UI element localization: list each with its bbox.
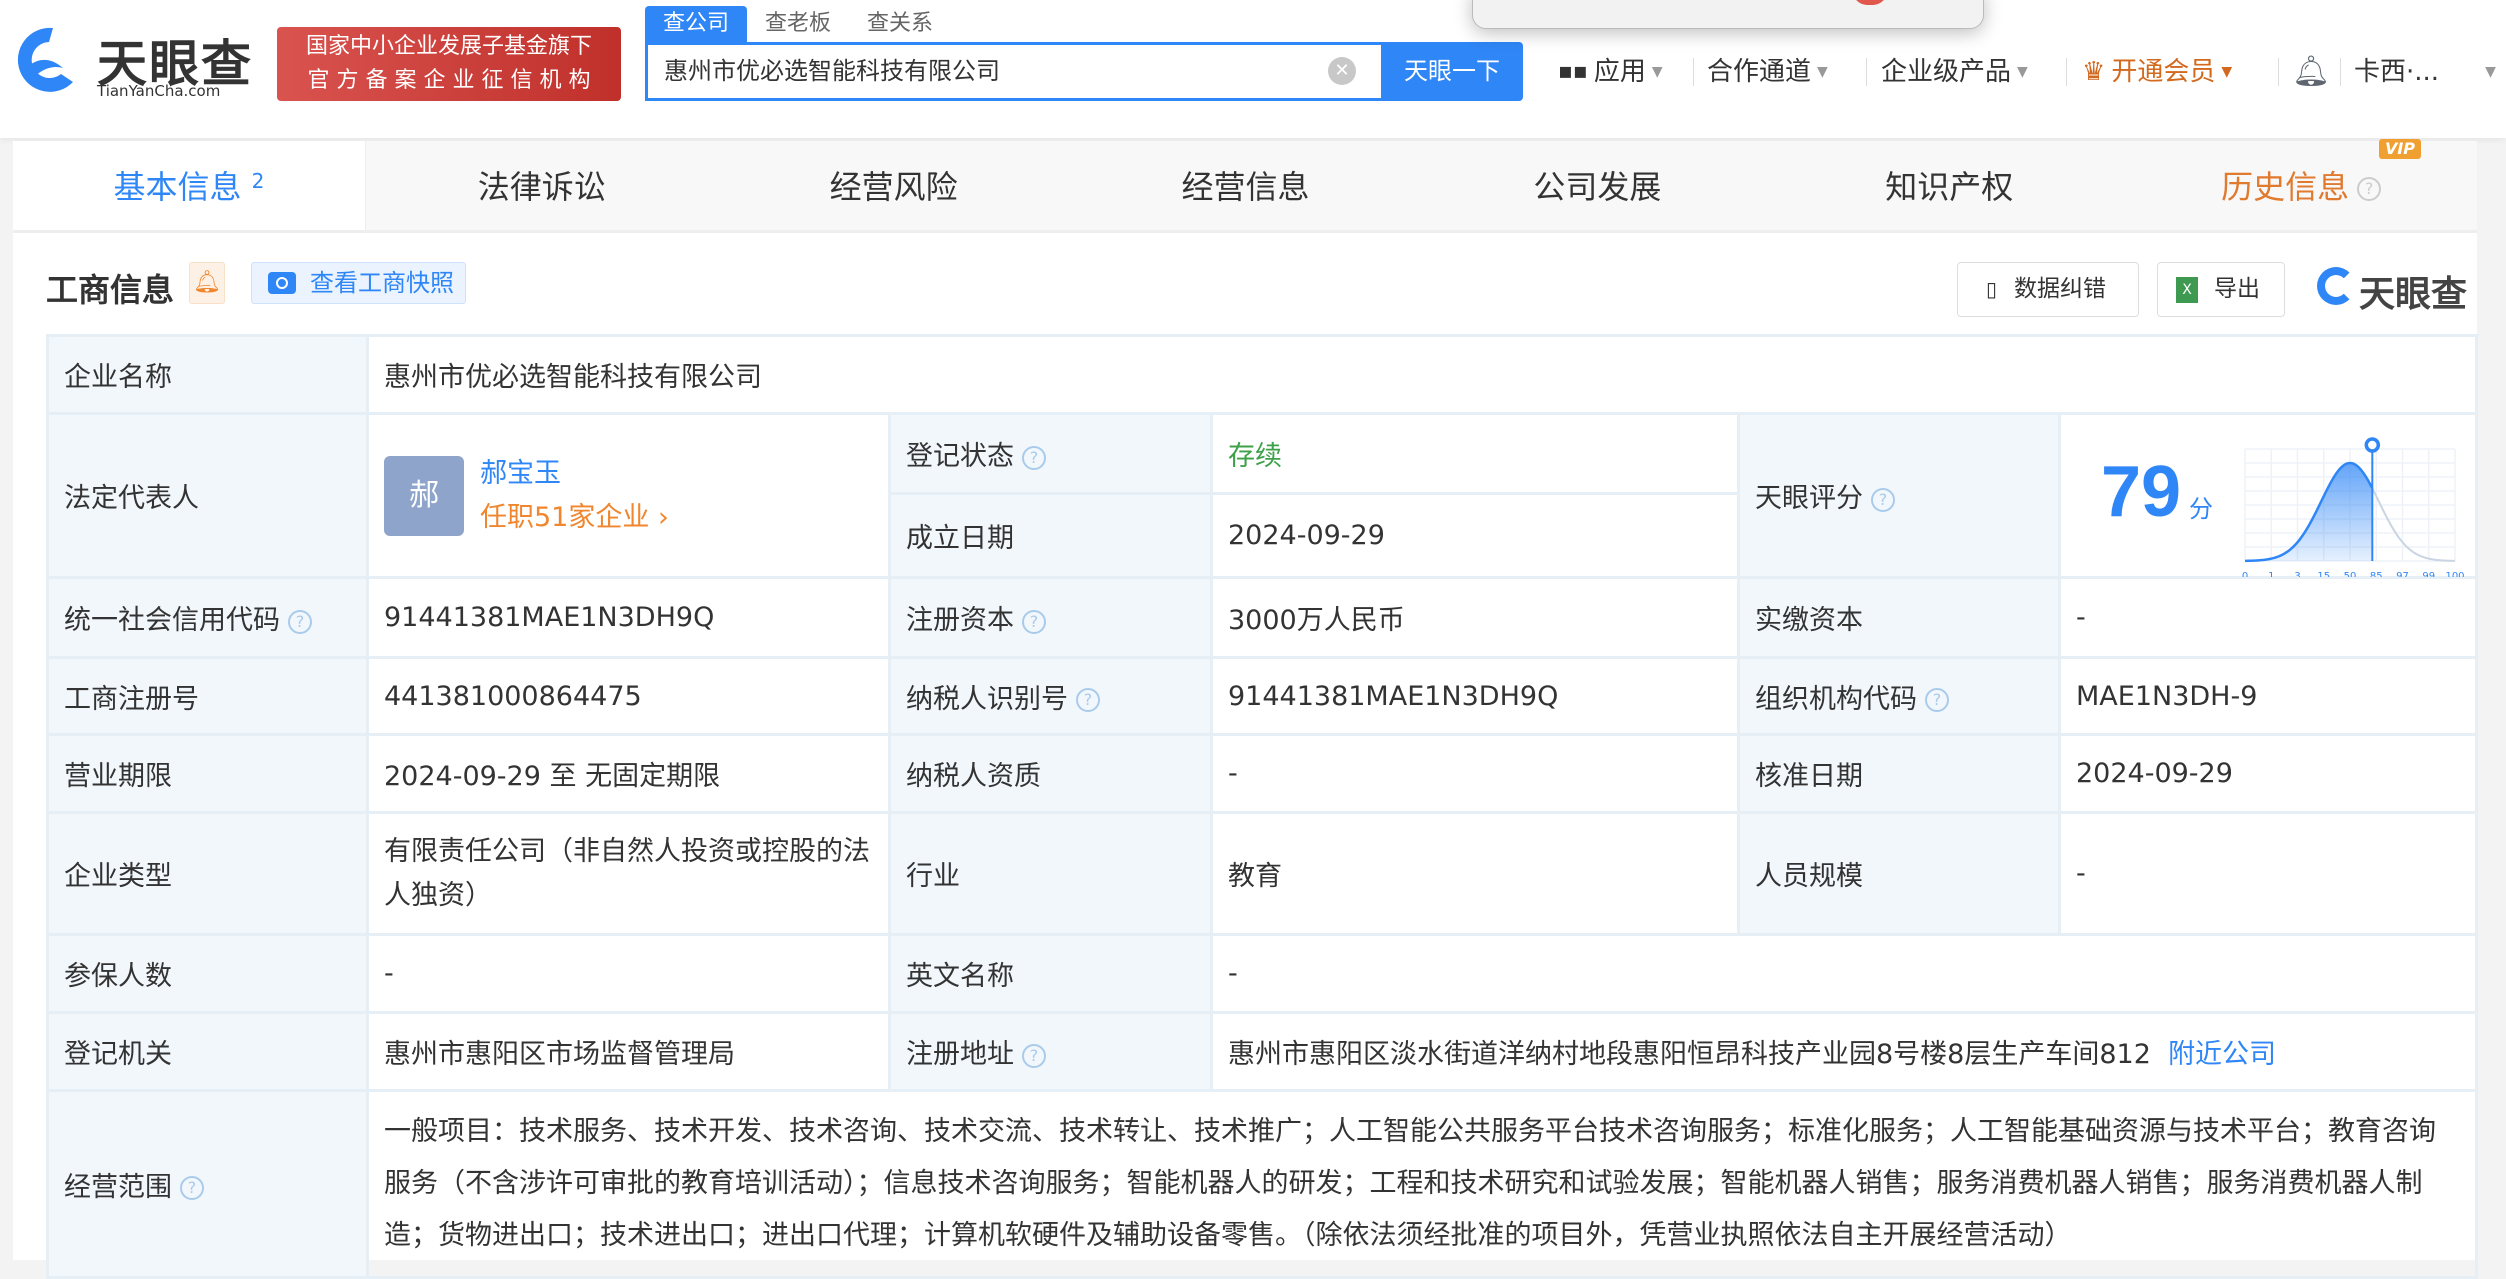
brand-logo: 天眼查 xyxy=(2317,265,2467,317)
overlay-popup xyxy=(1472,0,1984,29)
address: 惠州市惠阳区淡水街道洋纳村地段惠阳恒昂科技产业园8号楼8层生产车间812 xyxy=(1228,1039,2151,1070)
monitor-bell-button[interactable]: 🔔︎ xyxy=(189,262,225,304)
user-menu[interactable]: 卡西·... ▼ xyxy=(2354,52,2496,92)
status-value: 存续 xyxy=(1210,412,1740,495)
report-icon: ▯ xyxy=(1986,277,1998,301)
chevron-down-icon: ▼ xyxy=(2017,64,2028,80)
logo-mark-icon xyxy=(17,27,73,92)
rest-curve xyxy=(2371,487,2456,562)
data-correction-button[interactable]: ▯ 数据纠错 xyxy=(1957,262,2139,317)
nav-apps[interactable]: ▪▪ 应用 ▼ xyxy=(1558,52,1663,92)
search-tab-boss[interactable]: 查老板 xyxy=(747,6,849,42)
vip-badge: VIP xyxy=(2378,139,2422,159)
nav-enterprise[interactable]: 企业级产品 ▼ xyxy=(1881,52,2028,92)
search-button[interactable]: 天眼一下 xyxy=(1381,42,1523,101)
score-distribution-chart: 0 1 3 15 50 85 97 99 100 xyxy=(2242,436,2465,577)
official-badge: 国家中小企业发展子基金旗下官 方 备 案 企 业 征 信 机 构 xyxy=(277,27,621,101)
bell-icon[interactable]: 🔔︎ xyxy=(2292,52,2330,92)
x-tick-label: 85 xyxy=(2370,571,2383,577)
search-tab-relation[interactable]: 查关系 xyxy=(849,6,951,42)
help-icon[interactable]: ? xyxy=(180,1176,204,1200)
legal-representative: 郝郝宝玉 任职51家企业 › xyxy=(366,412,891,579)
avatar: 郝 xyxy=(384,455,464,536)
nav-partner[interactable]: 合作通道 ▼ xyxy=(1707,52,1828,92)
logo-domain: TianYanCha.com xyxy=(97,82,221,100)
tianyan-score[interactable]: 79 分 0 1 3 15 50 85 97 99 100 xyxy=(2057,412,2479,579)
help-icon[interactable]: ? xyxy=(1871,487,1895,512)
x-tick-label: 50 xyxy=(2344,571,2357,577)
business-info-table: 企业名称 惠州市优必选智能科技有限公司 法定代表人 郝郝宝玉 任职51家企业 › 登… xyxy=(46,334,2479,1279)
x-tick-label: 100 xyxy=(2445,571,2464,577)
tab-basic-info[interactable]: 基本信息 2 xyxy=(13,141,366,230)
help-icon[interactable]: ? xyxy=(1925,688,1949,712)
help-icon[interactable]: ? xyxy=(1076,688,1100,712)
tianyancha-logo[interactable]: 天眼查 TianYanCha.com xyxy=(13,24,265,100)
camera-icon xyxy=(268,272,296,294)
chevron-down-icon: ▼ xyxy=(1651,64,1663,80)
location-pin-icon xyxy=(2364,436,2381,453)
nav-vip[interactable]: ♛ 开通会员 ▼ xyxy=(2082,52,2232,92)
view-snapshot-button[interactable]: 查看工商快照 xyxy=(251,262,466,304)
legal-rep-link[interactable]: 郝宝玉 xyxy=(480,452,669,496)
tab-history[interactable]: 历史信息? VIP xyxy=(2125,139,2477,230)
score-value: 79 xyxy=(2101,451,2182,532)
excel-icon: X xyxy=(2176,277,2198,303)
search-tab-company[interactable]: 查公司 xyxy=(645,6,748,42)
x-tick-label: 0 xyxy=(2242,571,2248,577)
export-button[interactable]: X 导出 xyxy=(2157,262,2285,317)
help-icon[interactable]: ? xyxy=(1022,609,1046,634)
crown-icon: ♛ xyxy=(2082,57,2106,87)
chevron-down-icon: ▼ xyxy=(1817,64,1828,80)
help-icon[interactable]: ? xyxy=(288,609,312,634)
tab-development[interactable]: 公司发展 xyxy=(1421,141,1773,230)
x-tick-label: 99 xyxy=(2422,571,2435,577)
top-header: 天眼查 TianYanCha.com 国家中小企业发展子基金旗下官 方 备 案 … xyxy=(0,0,2506,138)
x-tick-label: 97 xyxy=(2396,571,2409,577)
section-title: 工商信息 xyxy=(46,271,175,309)
tab-operation[interactable]: 经营信息 xyxy=(1070,141,1422,230)
help-icon[interactable]: ? xyxy=(1022,445,1046,470)
apps-grid-icon: ▪▪ xyxy=(1558,59,1588,84)
clear-icon[interactable]: ✕ xyxy=(1328,57,1356,85)
x-tick-label: 15 xyxy=(2317,571,2330,577)
tab-legal[interactable]: 法律诉讼 xyxy=(366,141,718,230)
help-icon: ? xyxy=(2357,177,2382,201)
company-name: 惠州市优必选智能科技有限公司 xyxy=(365,334,2479,415)
tab-risk[interactable]: 经营风险 xyxy=(718,141,1070,230)
help-icon[interactable]: ? xyxy=(1022,1043,1046,1068)
legal-rep-jobs-link[interactable]: 任职51家企业 › xyxy=(480,496,669,540)
founded-date: 2024-09-29 xyxy=(1210,492,1740,579)
search-input[interactable]: 惠州市优必选智能科技有限公司 xyxy=(645,42,1383,101)
main-content: 基本信息 2 法律诉讼 经营风险 经营信息 公司发展 知识产权 历史信息? VIP… xyxy=(13,139,2479,1279)
detail-tabs: 基本信息 2 法律诉讼 经营风险 经营信息 公司发展 知识产权 历史信息? VIP xyxy=(13,139,2477,233)
chevron-down-icon: ▼ xyxy=(2485,64,2496,80)
logo-mark-icon xyxy=(2317,267,2355,305)
chevron-down-icon: ▼ xyxy=(2221,64,2233,80)
x-tick-label: 3 xyxy=(2294,571,2300,577)
business-scope: 一般项目：技术服务、技术开发、技术咨询、技术交流、技术转让、技术推广；人工智能公… xyxy=(365,1089,2479,1279)
x-tick-label: 1 xyxy=(2268,571,2274,577)
search-tabs: 查公司 查老板 查关系 xyxy=(645,6,951,42)
tab-ip[interactable]: 知识产权 xyxy=(1773,141,2125,230)
nearby-companies-link[interactable]: 附近公司 xyxy=(2168,1039,2276,1070)
